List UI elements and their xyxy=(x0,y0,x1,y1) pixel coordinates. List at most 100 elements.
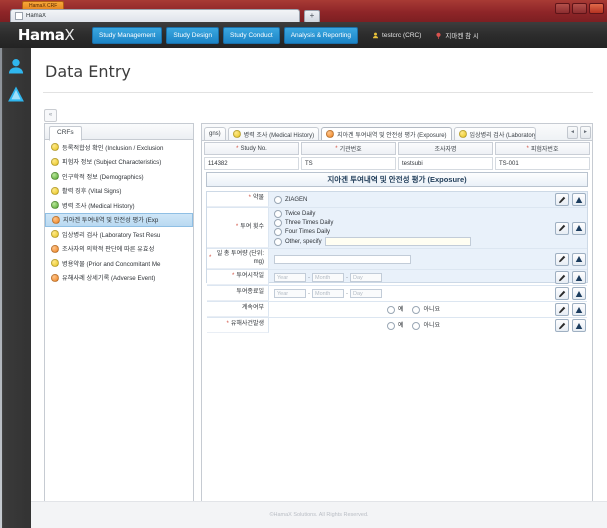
list-item[interactable]: 병용약물 (Prior and Concomitant Me xyxy=(45,256,193,271)
required-marker: * xyxy=(236,145,239,152)
form-field-frequency: Twice Daily Three Times Daily Four Times… xyxy=(269,208,553,248)
radio-option-other[interactable]: Other, specify xyxy=(274,237,553,246)
tab-gns[interactable]: gns) xyxy=(204,127,226,140)
required-marker: * xyxy=(526,145,529,152)
list-item[interactable]: 피험자 정보 (Subject Characteristics) xyxy=(45,155,193,170)
end-date-year-select[interactable]: Year xyxy=(274,289,306,298)
list-item[interactable]: 유해사례 상세기록 (Adverse Event) xyxy=(45,271,193,286)
browser-tab[interactable]: HamaX xyxy=(10,9,300,22)
crf-list[interactable]: 등록적합성 확인 (Inclusion / Exclusion 피험자 정보 (… xyxy=(45,140,193,510)
tab-scroll-next[interactable]: ► xyxy=(580,126,591,139)
tab-laboratory-test[interactable]: 임상병리 검사 (Laboratory Test xyxy=(453,127,536,140)
radio-icon[interactable] xyxy=(274,228,282,236)
page-title: Data Entry xyxy=(45,62,131,81)
flag-icon[interactable] xyxy=(571,287,586,300)
date-separator: - xyxy=(308,274,310,281)
secondary-nav-item[interactable]: 지마켄 참 시 xyxy=(435,30,479,40)
crf-item-label: 인구학적 정보 (Demographics) xyxy=(62,173,144,181)
list-item[interactable]: 병력 조사 (Medical History) xyxy=(45,198,193,213)
page-footer: ©HamaX Solutions. All Rights Reserved. xyxy=(31,501,607,528)
current-user[interactable]: testcrc (CRC) xyxy=(372,32,421,39)
flag-icon[interactable] xyxy=(571,221,586,235)
radio-label: 예 xyxy=(397,322,404,329)
daily-dose-input[interactable] xyxy=(274,254,411,264)
list-item[interactable]: 임상병리 검사 (Laboratory Test Resu xyxy=(45,227,193,242)
brand-logo[interactable]: HamaX xyxy=(0,26,92,44)
radio-option-three-times-daily[interactable]: Three Times Daily xyxy=(274,219,553,227)
list-item[interactable]: 활력 징후 (Vital Signs) xyxy=(45,184,193,199)
end-date-day-select[interactable]: Day xyxy=(350,289,382,298)
start-date-month-select[interactable]: Month xyxy=(312,273,344,282)
form-label-text: 약물 xyxy=(252,195,264,202)
nav-study-design[interactable]: Study Design xyxy=(166,26,220,44)
radio-icon[interactable] xyxy=(412,321,421,330)
tab-scroll-prev[interactable]: ◄ xyxy=(567,126,578,139)
value-site-no[interactable]: TS xyxy=(301,157,396,170)
ecrf-tab-label: 병력 조사 (Medical History) xyxy=(243,132,315,139)
nav-study-management[interactable]: Study Management xyxy=(92,26,163,44)
date-separator: - xyxy=(346,274,348,281)
edit-icon[interactable] xyxy=(554,193,569,206)
collapse-panel-button[interactable]: « xyxy=(44,109,57,122)
radio-option-twice-daily[interactable]: Twice Daily xyxy=(274,210,553,218)
status-dot-icon xyxy=(51,244,59,253)
edit-icon[interactable] xyxy=(554,271,569,284)
radio-icon[interactable] xyxy=(412,305,421,314)
flag-icon[interactable] xyxy=(571,252,586,266)
radio-icon[interactable] xyxy=(274,195,282,204)
value-investigator[interactable]: testsubi xyxy=(398,157,493,170)
nav-study-conduct[interactable]: Study Conduct xyxy=(223,26,280,44)
start-date-year-select[interactable]: Year xyxy=(274,273,306,282)
alert-icon[interactable] xyxy=(6,84,26,104)
flag-icon[interactable] xyxy=(571,303,586,316)
status-dot-icon xyxy=(51,157,59,166)
crf-item-label: 병력 조사 (Medical History) xyxy=(62,202,135,210)
edit-icon[interactable] xyxy=(554,221,569,235)
start-date-day-select[interactable]: Day xyxy=(350,273,382,282)
radio-label: 아니요 xyxy=(423,306,441,313)
edit-icon[interactable] xyxy=(554,287,569,300)
nav-analysis-reporting[interactable]: Analysis & Reporting xyxy=(283,26,359,44)
other-specify-input[interactable] xyxy=(324,237,471,246)
radio-icon[interactable] xyxy=(274,237,282,246)
tab-crfs[interactable]: CRFs xyxy=(49,126,82,141)
form-label-continue: 계속여부 xyxy=(207,302,269,317)
value-subject-no[interactable]: TS-001 xyxy=(495,157,590,170)
value-study-no[interactable]: 114382 xyxy=(204,157,299,170)
radio-icon[interactable] xyxy=(386,321,395,330)
flag-icon[interactable] xyxy=(571,193,586,206)
required-marker: * xyxy=(235,223,239,230)
radio-option-ziagen[interactable]: ZIAGEN xyxy=(274,195,553,204)
form-title: 지아겐 투여내역 및 안전성 평가 (Exposure) xyxy=(206,172,588,187)
list-item-selected[interactable]: 지아겐 투여내역 및 안전성 평가 (Exp xyxy=(45,212,193,227)
edit-icon[interactable] xyxy=(554,319,569,332)
list-item[interactable]: 조사자의 의학적 판단에 따른 유효성 xyxy=(45,242,193,257)
radio-icon[interactable] xyxy=(386,305,395,314)
form-label-frequency: * 투여 횟수 xyxy=(207,208,269,248)
radio-icon[interactable] xyxy=(274,210,282,218)
list-item[interactable]: 등록적합성 확인 (Inclusion / Exclusion xyxy=(45,140,193,155)
edit-icon[interactable] xyxy=(554,252,569,266)
form-field-daily-dose xyxy=(269,249,553,269)
edit-icon[interactable] xyxy=(554,303,569,316)
tab-medical-history[interactable]: 병력 조사 (Medical History) xyxy=(227,127,320,140)
ecrf-tab-label: 지아겐 투여내역 및 안전성 평가 (Exposure) xyxy=(337,132,447,139)
flag-icon[interactable] xyxy=(571,319,586,332)
current-user-label: testcrc (CRC) xyxy=(382,31,422,39)
tab-exposure[interactable]: 지아겐 투여내역 및 안전성 평가 (Exposure) xyxy=(321,127,452,140)
radio-option-four-times-daily[interactable]: Four Times Daily xyxy=(274,228,553,236)
table-row: 114382 TS testsubi TS-001 xyxy=(204,157,590,170)
form-label-text: 계속여부 xyxy=(241,305,264,312)
required-marker: * xyxy=(209,254,212,261)
browser-tabstrip: HamaX + xyxy=(0,9,607,23)
radio-option-continue-no[interactable]: 아니요 xyxy=(412,305,441,314)
end-date-month-select[interactable]: Month xyxy=(312,289,344,298)
radio-option-ae-yes[interactable]: 예 xyxy=(386,321,404,330)
user-icon[interactable] xyxy=(6,56,26,76)
list-item[interactable]: 인구학적 정보 (Demographics) xyxy=(45,169,193,184)
radio-option-ae-no[interactable]: 아니요 xyxy=(412,321,440,330)
flag-icon[interactable] xyxy=(571,271,586,284)
radio-icon[interactable] xyxy=(274,219,282,227)
radio-option-continue-yes[interactable]: 예 xyxy=(386,305,403,314)
main-content: Data Entry « CRFs 등록적합성 확인 (Inclusion / … xyxy=(31,48,607,528)
